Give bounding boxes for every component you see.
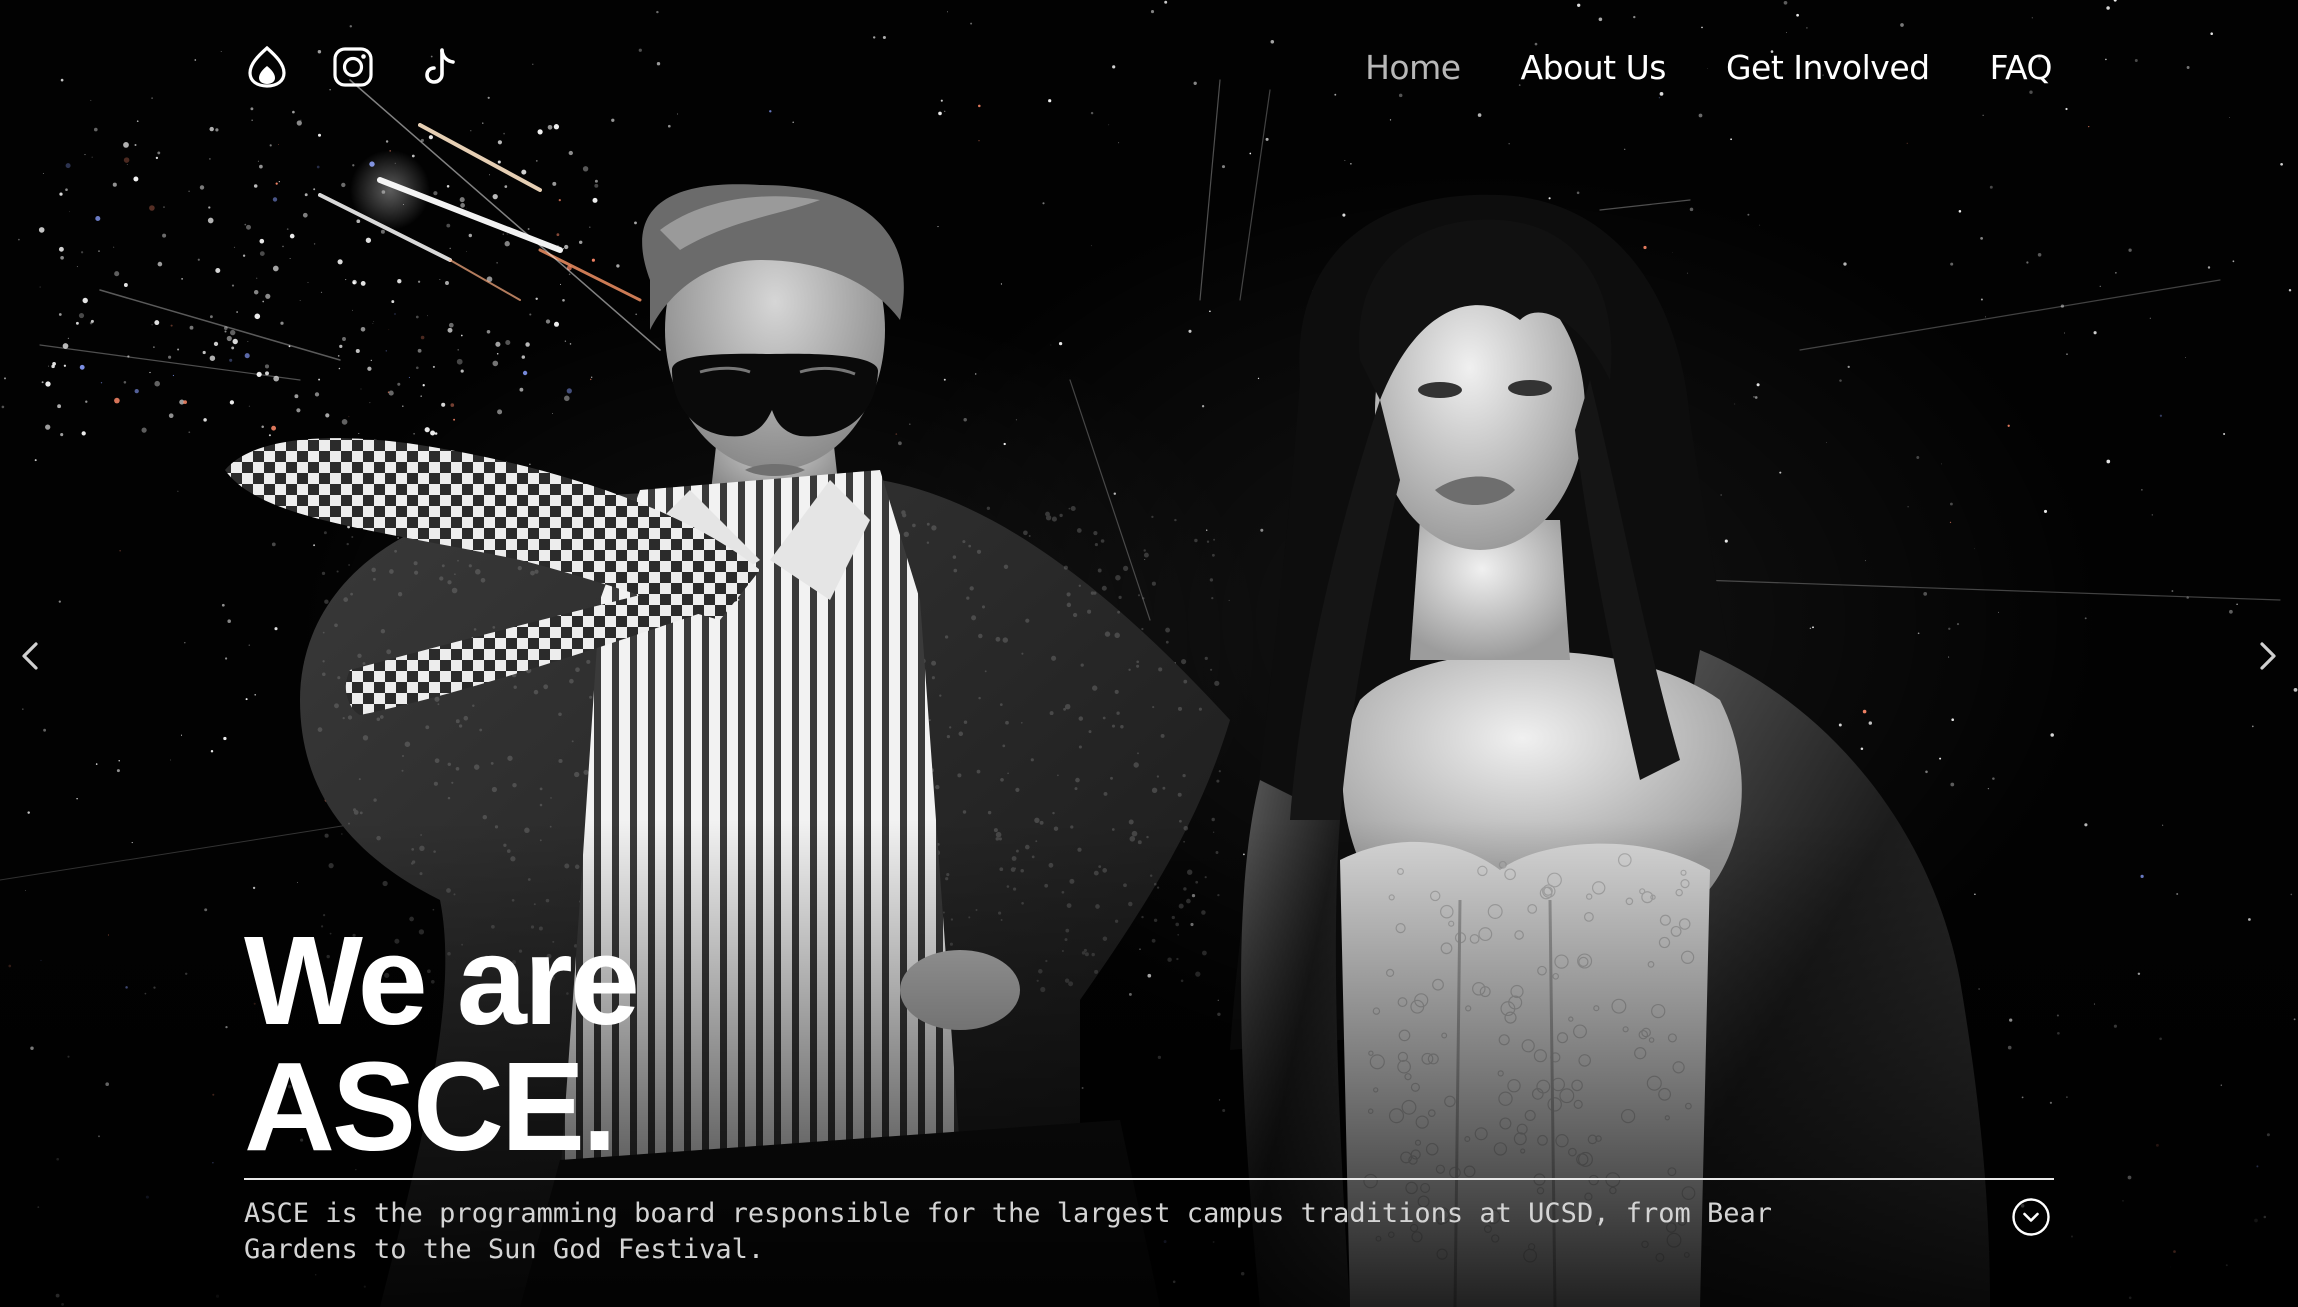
hero-divider (244, 1178, 2054, 1180)
hero-description: ASCE is the programming board responsibl… (244, 1198, 1773, 1265)
main-nav: Home About Us Get Involved FAQ (1365, 48, 2052, 87)
hero-section: Home About Us Get Involved FAQ We are AS… (0, 0, 2298, 1307)
hero-title-line-2: ASCE. (244, 1036, 617, 1177)
nav-faq-link[interactable]: FAQ (1990, 48, 2053, 87)
hero-title: We are ASCE. (244, 910, 640, 1177)
social-links (244, 44, 462, 90)
chevron-left-icon[interactable] (10, 636, 50, 676)
nav-about-us-link[interactable]: About Us (1521, 48, 1667, 87)
flame-logo-icon[interactable] (244, 44, 290, 90)
chevron-down-circle-icon[interactable] (2011, 1197, 2051, 1237)
tiktok-icon[interactable] (416, 44, 462, 90)
chevron-right-icon[interactable] (2248, 636, 2288, 676)
instagram-icon[interactable] (330, 44, 376, 90)
nav-home-link[interactable]: Home (1365, 48, 1461, 87)
hero-title-line-1: We are (244, 910, 640, 1051)
nav-get-involved-link[interactable]: Get Involved (1726, 48, 1930, 87)
